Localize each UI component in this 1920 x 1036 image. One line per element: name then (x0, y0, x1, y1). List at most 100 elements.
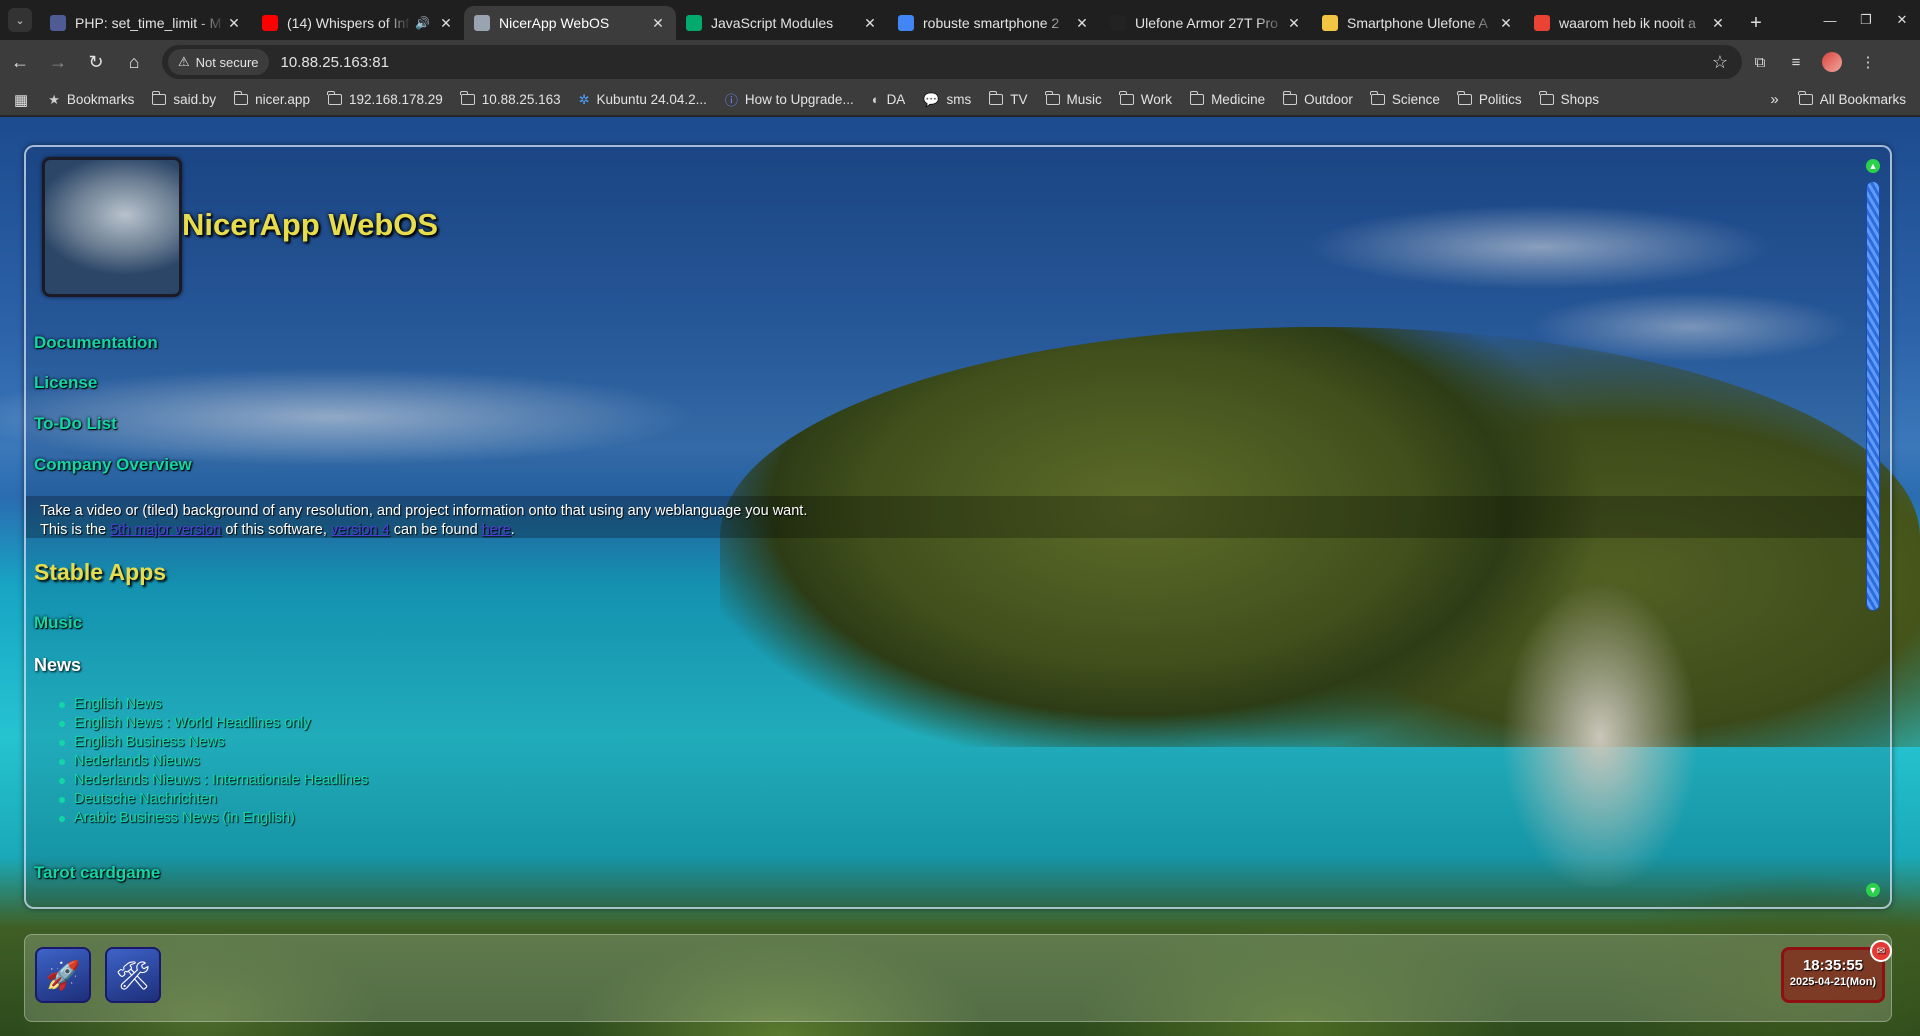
media-controls-icon[interactable]: ≡ (1778, 44, 1814, 80)
bookmark-item[interactable]: nicer.app (233, 91, 310, 107)
close-tab-icon[interactable]: ✕ (226, 15, 242, 32)
close-tab-icon[interactable]: ✕ (650, 15, 666, 32)
url-text[interactable]: 10.88.25.163:81 (281, 54, 389, 71)
license-link[interactable]: License (34, 373, 97, 393)
scroll-up-icon[interactable]: ▲ (1866, 159, 1880, 173)
news-link[interactable]: English News : World Headlines only (58, 714, 368, 733)
new-tab-button[interactable]: + (1742, 9, 1770, 37)
music-link[interactable]: Music (34, 613, 82, 633)
tab-4[interactable]: robuste smartphone 2 ✕ (888, 6, 1100, 40)
forward-icon[interactable]: → (40, 44, 76, 80)
bookmark-item[interactable]: Work (1119, 91, 1172, 107)
clock-widget[interactable]: 18:35:55 2025-04-21(Mon) ✉ (1781, 940, 1892, 1003)
launcher-button[interactable]: 🚀 (35, 947, 91, 1003)
bookmark-label: 10.88.25.163 (481, 92, 561, 107)
close-tab-icon[interactable]: ✕ (1710, 15, 1726, 32)
bookmark-item[interactable]: Shops (1539, 91, 1599, 107)
bookmark-label: said.by (173, 92, 217, 107)
folder-icon (988, 91, 1004, 105)
bookmark-item[interactable]: ✲ Kubuntu 24.04.2... (579, 92, 707, 108)
tab-2[interactable]: NicerApp WebOS ✕ (464, 6, 676, 40)
close-window-icon[interactable]: ✕ (1884, 0, 1920, 40)
intro-text-b: of this software, (221, 522, 331, 538)
news-link[interactable]: Deutsche Nachrichten (58, 790, 368, 809)
kubuntu-icon: ✲ (578, 91, 590, 107)
tab-1[interactable]: (14) Whispers of Inf 🔊 ✕ (252, 6, 464, 40)
tab-title: NicerApp WebOS (499, 15, 610, 31)
bookmark-item[interactable]: ⓘ How to Upgrade... (725, 90, 854, 109)
security-label: Not secure (195, 54, 259, 70)
bookmark-star-icon[interactable]: ☆ (1712, 52, 1728, 73)
company-overview-link[interactable]: Company Overview (34, 455, 192, 475)
bookmark-item[interactable]: 192.168.178.29 (327, 91, 443, 107)
address-bar[interactable]: ⚠ Not secure 10.88.25.163:81 ☆ (162, 45, 1742, 79)
folder-icon (1370, 91, 1385, 105)
tarot-cardgame-link[interactable]: Tarot cardgame (34, 863, 160, 883)
close-tab-icon[interactable]: ✕ (862, 15, 878, 32)
apps-grid-icon[interactable]: ▦ (14, 91, 28, 109)
intro-text: Take a video or (tiled) background of an… (40, 502, 807, 540)
tab-5[interactable]: Ulefone Armor 27T Pro ✕ (1100, 6, 1312, 40)
news-link[interactable]: English News (58, 695, 368, 714)
shop-favicon (1322, 15, 1338, 31)
scrollbar-thumb[interactable] (1866, 181, 1880, 611)
tab-search-button[interactable]: ⌄ (8, 8, 32, 32)
bookmark-item[interactable]: Medicine (1189, 91, 1265, 107)
scroll-down-icon[interactable]: ▼ (1866, 883, 1880, 897)
security-chip[interactable]: ⚠ Not secure (168, 49, 269, 75)
tab-title: Smartphone Ulefone A (1347, 15, 1488, 31)
folder-icon (1539, 91, 1554, 105)
extensions-icon[interactable]: ⧉ (1742, 44, 1778, 80)
webos-taskbar: 🚀 🛠 18:35:55 2025-04-21(Mon) ✉ (24, 934, 1892, 1022)
tab-list: PHP: set_time_limit - M ✕ (14) Whispers of… (40, 6, 1736, 40)
bookmark-item[interactable]: 10.88.25.163 (460, 91, 561, 107)
home-icon[interactable]: ⌂ (116, 44, 152, 80)
tab-3[interactable]: JavaScript Modules ✕ (676, 6, 888, 40)
vertical-scrollbar[interactable]: ▲ ▼ (1865, 159, 1881, 897)
tab-6[interactable]: Smartphone Ulefone A ✕ (1312, 6, 1524, 40)
news-link[interactable]: English Business News (58, 733, 368, 752)
bookmark-item[interactable]: said.by (151, 91, 217, 107)
major-version-link[interactable]: 5th major version (110, 522, 221, 538)
bookmark-item[interactable]: Music (1045, 91, 1102, 107)
reload-icon[interactable]: ↻ (78, 44, 114, 80)
news-link[interactable]: Nederlands Nieuws : Internationale Headl… (58, 771, 368, 790)
tab-7[interactable]: waarom heb ik nooit a ✕ (1524, 6, 1736, 40)
close-tab-icon[interactable]: ✕ (1286, 15, 1302, 32)
bookmark-item[interactable]: Science (1370, 91, 1440, 107)
minimize-icon[interactable]: — (1812, 0, 1848, 40)
bookmark-label: nicer.app (255, 92, 310, 107)
close-tab-icon[interactable]: ✕ (438, 15, 454, 32)
todo-list-link[interactable]: To-Do List (34, 414, 117, 434)
amazon-favicon (1110, 15, 1126, 31)
bookmark-label: Shops (1560, 92, 1599, 107)
more-bookmarks-icon[interactable]: » (1770, 91, 1778, 108)
bookmark-item[interactable]: TV (988, 91, 1028, 107)
bookmark-label: sms (946, 92, 972, 107)
site-logo[interactable] (42, 157, 182, 297)
bookmark-item[interactable]: 💬 sms (923, 92, 971, 108)
intro-text-d: . (510, 522, 515, 538)
mail-icon[interactable]: ✉ (1870, 940, 1892, 962)
bookmark-item[interactable]: Politics (1457, 91, 1522, 107)
info-icon: ⓘ (724, 93, 738, 108)
news-link[interactable]: Nederlands Nieuws (58, 752, 368, 771)
maximize-icon[interactable]: ❐ (1848, 0, 1884, 40)
version-4-link[interactable]: version 4 (331, 522, 390, 538)
profile-avatar[interactable] (1814, 44, 1850, 80)
all-bookmarks-button[interactable]: All Bookmarks (1798, 91, 1906, 107)
back-icon[interactable]: ← (2, 44, 38, 80)
speaker-icon[interactable]: 🔊 (415, 16, 430, 30)
menu-icon[interactable]: ⋮ (1850, 44, 1886, 80)
warning-icon: ⚠ (178, 54, 190, 69)
documentation-link[interactable]: Documentation (34, 333, 158, 353)
bookmark-item[interactable]: Outdoor (1282, 91, 1353, 107)
bookmark-item[interactable]: ★ Bookmarks (48, 92, 134, 108)
tab-0[interactable]: PHP: set_time_limit - M ✕ (40, 6, 252, 40)
settings-button[interactable]: 🛠 (105, 947, 161, 1003)
close-tab-icon[interactable]: ✕ (1498, 15, 1514, 32)
here-link[interactable]: here (482, 522, 511, 538)
bookmark-item[interactable]: ◐ DA (872, 92, 906, 107)
news-link[interactable]: Arabic Business News (in English) (58, 809, 368, 828)
close-tab-icon[interactable]: ✕ (1074, 15, 1090, 32)
